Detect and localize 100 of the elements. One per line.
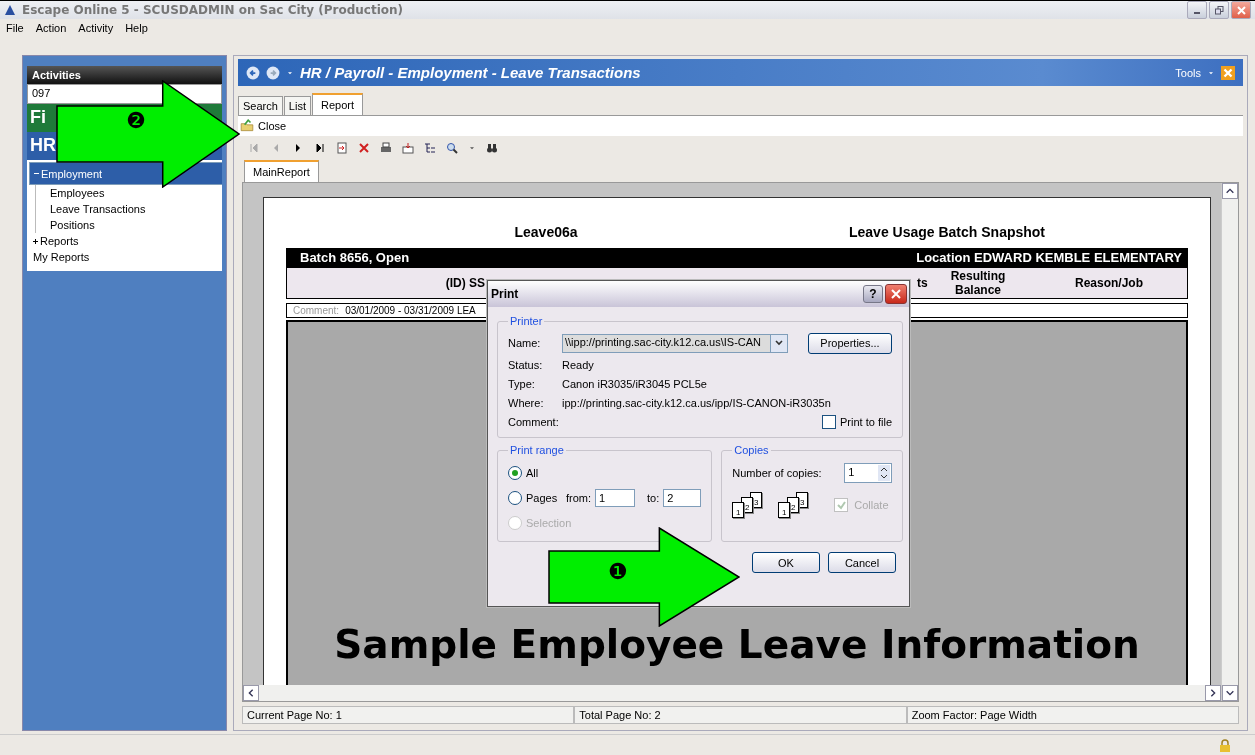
menu-item[interactable]: Activity [78,22,114,34]
tab[interactable]: Report [312,93,363,115]
scroll-left-icon[interactable] [246,688,256,698]
tree-item[interactable]: Reports [40,235,79,247]
collapse-icon[interactable] [34,170,40,177]
close-icon [891,289,901,299]
copies-spinner[interactable]: 1 [844,463,893,483]
sidebar-title: Activities [27,66,222,84]
from-field[interactable]: 1 [595,488,636,507]
comment-text: 03/01/2009 - 03/31/2009 LEA [345,305,476,316]
checkbox-label: Collate [854,499,889,511]
batch-label: Batch 8656, Open [300,250,410,265]
close-button[interactable] [1231,1,1251,19]
tree-item[interactable]: My Reports [33,251,90,263]
tools-menu[interactable]: Tools [1175,66,1201,79]
tab[interactable]: Search [238,96,283,115]
export-page-icon[interactable] [336,142,348,154]
caret-icon[interactable] [468,144,476,152]
page-number: 3 [800,498,805,507]
vertical-scrollbar[interactable] [1221,183,1238,701]
status-field: Current Page No: 1 [242,706,575,724]
comment-label: Comment: [293,305,340,316]
dialog-button[interactable]: Cancel [828,552,896,573]
group-label: Copies [733,444,770,456]
district-dropdown[interactable]: 097 [27,84,222,104]
page-title: HR / Payroll - Employment - Leave Transactions [300,64,641,81]
close-icon[interactable] [1221,65,1235,80]
page-number: 1 [736,508,741,517]
close-icon [1236,5,1246,15]
field-value: Canon iR3035/iR3045 PCL5e [562,377,707,390]
column-header: Resulting Balance [949,269,1007,297]
menu-item[interactable]: Action [35,22,67,34]
restore-icon [1214,5,1224,15]
step-number: ❶ [608,561,628,583]
binoculars-icon[interactable] [486,142,498,154]
delete-icon[interactable] [358,142,370,154]
scroll-right-icon[interactable] [1208,688,1218,698]
properties-button[interactable]: Properties... [808,332,892,354]
page-number: 1 [782,508,787,517]
minimize-button[interactable] [1187,1,1207,19]
chevron-down-icon [775,340,783,346]
group-label: Print range [509,444,565,456]
location-label: Location EDWARD KEMBLE ELEMENTARY [916,250,1182,265]
report-id: Leave06a [513,224,579,242]
close-button[interactable] [885,284,907,304]
horizontal-scrollbar[interactable] [243,685,1221,701]
restore-button[interactable] [1209,1,1229,19]
status-field: Total Page No: 2 [574,706,907,724]
group-label: Printer [509,315,544,327]
tree-list-icon[interactable] [424,142,436,154]
envelope-icon[interactable] [402,142,414,154]
radio-button[interactable] [508,490,522,505]
close-link[interactable]: Close [258,120,287,132]
dialog-button[interactable]: OK [752,552,820,573]
field-value: ipp://printing.sac-city.k12.ca.us/ipp/IS-CANON-iR3035n [562,396,831,409]
radio-label: All [526,465,540,480]
dialog-title: Print [491,287,520,301]
page-number: 2 [791,503,796,512]
window-title: Escape Online 5 - SCUSDADMIN on Sac City (Production) [22,3,404,17]
report-title: Leave Usage Batch Snapshot [847,224,1047,242]
menu-item[interactable]: File [6,22,24,34]
menu-item[interactable]: Help [125,22,148,34]
field-label: Comment: [508,415,558,428]
page-number: 3 [754,498,759,507]
print-icon[interactable] [380,142,392,154]
expand-icon[interactable] [33,237,39,245]
help-button[interactable]: ? [863,285,883,303]
app-logo-icon [4,4,16,16]
last-page-icon[interactable] [314,142,326,154]
checkbox[interactable] [822,414,837,429]
checkbox-label: Print to file [840,415,892,428]
tree-item[interactable]: Leave Transactions [35,201,220,217]
radio-label: Pages [526,490,559,505]
field-label: from: [566,491,592,504]
tab[interactable]: MainReport [244,160,319,182]
folder-icon[interactable] [240,119,254,133]
step-number: ❷ [126,110,146,132]
field-label: to: [647,491,660,504]
tree-item[interactable]: Employment [41,167,103,180]
field-label: Name: [508,337,542,349]
back-icon[interactable] [246,65,260,80]
to-field[interactable]: 2 [663,488,702,507]
radio-button[interactable] [508,465,522,480]
column-header: Reason/Job [1075,276,1143,290]
printer-dropdown[interactable]: \\ipp://printing.sac-city.k12.ca.us\IS-CAN [562,333,788,353]
lock-icon [1219,739,1231,753]
scroll-down-icon[interactable] [1225,688,1235,698]
field-label: Type: [508,377,536,390]
status-field: Zoom Factor: Page Width [906,706,1239,724]
field-label: Number of copies: [732,467,823,479]
caption-text: Sample Employee Leave Information [334,622,1140,667]
scroll-up-icon[interactable] [1225,186,1235,196]
tab[interactable]: List [283,96,311,115]
zoom-icon[interactable] [446,142,458,154]
field-value: Ready [562,358,594,371]
column-header: ts [917,276,929,290]
tree-item[interactable]: Positions [35,217,220,233]
forward-icon[interactable] [266,65,280,80]
field-label: Status: [508,358,544,371]
radio-label: Selection [526,515,572,530]
